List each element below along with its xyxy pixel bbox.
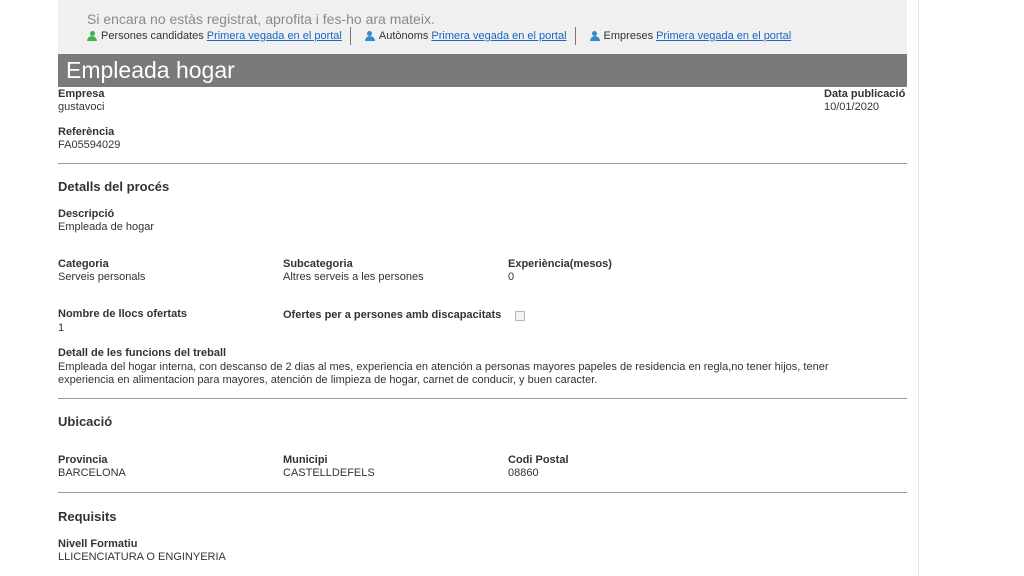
autonomous-first-time-link[interactable]: Primera vegada en el portal bbox=[431, 30, 566, 42]
municipality-label: Municipi bbox=[283, 454, 328, 466]
companies-label: Empreses bbox=[603, 30, 654, 42]
page-title: Empleada hogar bbox=[66, 57, 235, 83]
experience-value: 0 bbox=[508, 271, 515, 283]
empresa-label: Empresa bbox=[58, 88, 105, 100]
positions-value: 1 bbox=[58, 322, 65, 334]
requirements-section-title: Requisits bbox=[58, 509, 117, 524]
candidates-group: Persones candidates Primera vegada en el… bbox=[87, 27, 342, 45]
publication-date-value: 10/01/2020 bbox=[824, 101, 880, 113]
autonomous-label: Autònoms bbox=[378, 30, 429, 42]
banner-message: Si encara no estàs registrat, aprofita i… bbox=[87, 11, 435, 27]
municipality-value: CASTELLDEFELS bbox=[283, 467, 375, 479]
subcategory-value: Altres serveis a les persones bbox=[283, 271, 424, 283]
details-section-title: Detalls del procés bbox=[58, 179, 170, 194]
job-functions-value: Empleada del hogar interna, con descanso… bbox=[58, 361, 829, 386]
section-divider bbox=[58, 163, 907, 164]
page-edge-divider bbox=[918, 0, 919, 576]
person-icon bbox=[87, 30, 97, 42]
postal-code-label: Codi Postal bbox=[508, 454, 569, 466]
autonomous-group: Autònoms Primera vegada en el portal bbox=[364, 27, 567, 45]
person-icon bbox=[589, 30, 600, 42]
section-divider bbox=[58, 492, 907, 493]
education-level-label: Nivell Formatiu bbox=[58, 538, 138, 550]
postal-code-value: 08860 bbox=[508, 467, 539, 479]
description-label: Descripció bbox=[58, 208, 115, 220]
page-title-bar: Empleada hogar bbox=[58, 54, 907, 87]
disability-offer-checkbox[interactable] bbox=[515, 311, 525, 321]
registration-banner: Si encara no estàs registrat, aprofita i… bbox=[58, 0, 907, 54]
publication-date-label: Data publicació bbox=[824, 88, 906, 100]
companies-group: Empreses Primera vegada en el portal bbox=[589, 27, 791, 45]
disability-offer-label: Ofertes per a persones amb discapacitats bbox=[283, 309, 502, 321]
reference-value: FA05594029 bbox=[58, 139, 121, 151]
category-label: Categoria bbox=[58, 258, 109, 270]
description-value: Empleada de hogar bbox=[58, 221, 155, 233]
candidates-label: Persones candidates bbox=[101, 30, 204, 42]
province-value: BARCELONA bbox=[58, 467, 126, 479]
subcategory-label: Subcategoria bbox=[283, 258, 353, 270]
category-value: Serveis personals bbox=[58, 271, 146, 283]
person-icon bbox=[364, 30, 375, 42]
link-separator bbox=[574, 27, 576, 45]
reference-label: Referència bbox=[58, 126, 115, 138]
link-separator bbox=[349, 27, 351, 45]
experience-label: Experiència(mesos) bbox=[508, 258, 612, 270]
location-section-title: Ubicació bbox=[58, 414, 113, 429]
education-level-value: LLICENCIATURA O ENGINYERIA bbox=[58, 551, 226, 563]
province-label: Provincia bbox=[58, 454, 108, 466]
positions-label: Nombre de llocs ofertats bbox=[58, 308, 187, 320]
job-functions-label: Detall de les funcions del treball bbox=[58, 347, 227, 359]
section-divider bbox=[58, 398, 907, 399]
empresa-value: gustavoci bbox=[58, 101, 105, 113]
candidates-first-time-link[interactable]: Primera vegada en el portal bbox=[207, 30, 342, 42]
banner-links: Persones candidates Primera vegada en el… bbox=[87, 27, 791, 45]
companies-first-time-link[interactable]: Primera vegada en el portal bbox=[656, 30, 791, 42]
